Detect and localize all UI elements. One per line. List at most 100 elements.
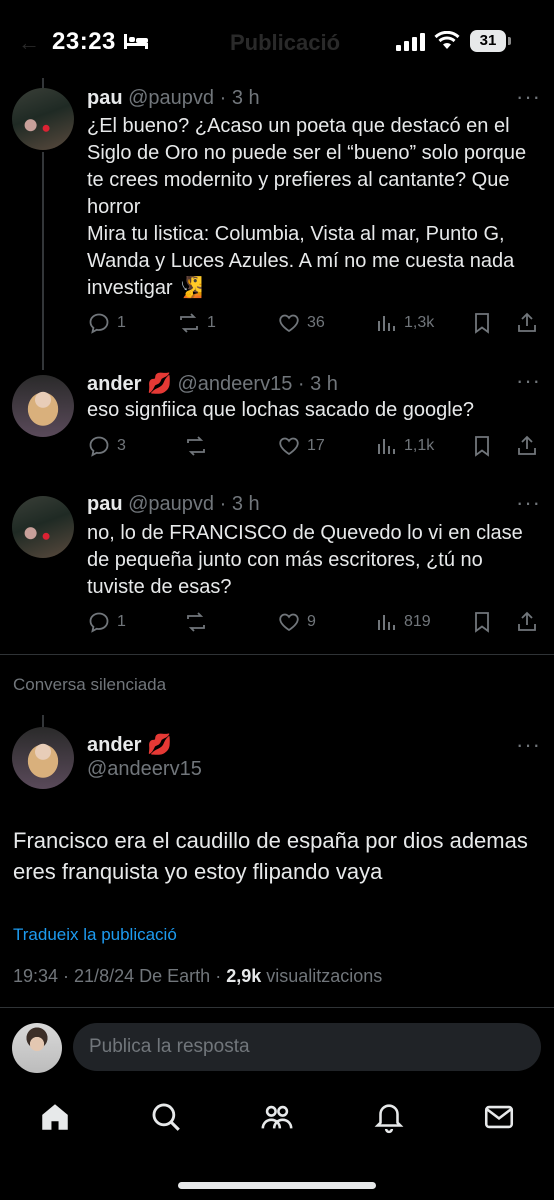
author-handle[interactable]: @paupvd <box>128 493 214 515</box>
main-post-text: Francisco era el caudillo de españa por … <box>13 828 528 884</box>
avatar[interactable] <box>12 375 74 437</box>
main-post-handle[interactable]: @andeerv15 <box>87 758 202 781</box>
current-user-avatar[interactable] <box>12 1023 62 1073</box>
post-actions: 3 17 1,1k <box>87 434 542 462</box>
reply-count: 1 <box>117 314 126 331</box>
views-chart-icon <box>378 316 395 331</box>
status-bar: ← Publicació 23:23 31 <box>0 0 554 80</box>
bookmark-icon <box>475 313 489 334</box>
post-actions: 1 9 819 <box>87 610 542 638</box>
communities-icon[interactable] <box>260 1100 294 1134</box>
share-icon <box>518 435 536 455</box>
post-text: no, lo de FRANCISCO de Quevedo lo vi en … <box>87 522 523 598</box>
post-source: De Earth <box>139 966 211 986</box>
more-options-icon[interactable]: ··· <box>516 368 541 394</box>
share-icon <box>518 312 536 332</box>
main-post-author[interactable]: ander 💋 <box>87 732 172 757</box>
post-meta: ander 💋 @andeerv15 · 3 h <box>87 373 338 395</box>
post-actions: 1 1 36 1,3k <box>87 311 542 339</box>
like-count: 36 <box>307 314 325 331</box>
author-name[interactable]: pau <box>87 87 123 109</box>
main-post-meta: 19:34 · 21/8/24 De Earth · 2,9k visualit… <box>13 966 383 986</box>
author-handle[interactable]: @andeerv15 <box>178 373 293 395</box>
views-count: 1,3k <box>404 314 435 331</box>
like-button[interactable]: 9 <box>277 610 316 634</box>
battery-tip <box>508 37 511 45</box>
views-total[interactable]: 2,9k <box>226 966 261 986</box>
avatar[interactable] <box>12 496 74 558</box>
reply-input[interactable] <box>73 1023 541 1071</box>
search-icon[interactable] <box>149 1100 183 1134</box>
more-options-icon[interactable]: ··· <box>516 490 541 516</box>
divider <box>0 1007 554 1008</box>
like-button[interactable]: 36 <box>277 311 325 335</box>
main-post-avatar[interactable] <box>12 727 74 789</box>
reply-button[interactable]: 1 <box>87 311 126 335</box>
post-text: eso signfiica que lochas sacado de googl… <box>87 399 474 421</box>
reply-count: 1 <box>117 613 126 630</box>
page-title: Publicació <box>230 30 341 55</box>
reply-icon <box>89 313 109 334</box>
repost-button[interactable]: 1 <box>177 311 216 335</box>
reply-composer <box>0 1012 554 1082</box>
author-handle[interactable]: @paupvd <box>128 87 214 109</box>
views-count: 1,1k <box>404 437 435 454</box>
battery-indicator: 31 <box>470 30 506 52</box>
post-time[interactable]: 3 h <box>232 87 260 109</box>
avatar[interactable] <box>12 88 74 150</box>
wifi-icon <box>434 31 460 49</box>
thread-line <box>42 78 44 88</box>
more-options-icon[interactable]: ··· <box>516 84 541 110</box>
like-count: 17 <box>307 437 325 454</box>
notifications-bell-icon[interactable] <box>372 1100 406 1134</box>
repost-button[interactable] <box>184 434 214 458</box>
muted-conversation-label: Conversa silenciada <box>13 675 167 694</box>
share-button[interactable] <box>515 311 539 335</box>
author-name[interactable]: pau <box>87 493 123 515</box>
home-icon[interactable] <box>38 1100 72 1134</box>
reply-button[interactable]: 1 <box>87 610 126 634</box>
views-chart-icon <box>378 439 395 454</box>
views-count: 819 <box>404 613 431 630</box>
post-time[interactable]: 3 h <box>232 493 260 515</box>
home-indicator[interactable] <box>178 1182 376 1189</box>
bookmark-icon <box>475 436 489 457</box>
repost-icon <box>187 436 205 456</box>
reply-count: 3 <box>117 437 126 454</box>
more-options-icon[interactable]: ··· <box>516 732 541 758</box>
status-time: 23:23 <box>52 28 116 55</box>
bookmark-button[interactable] <box>470 434 494 458</box>
heart-icon <box>279 437 299 456</box>
repost-icon <box>187 612 205 632</box>
back-arrow-icon[interactable]: ← <box>18 30 40 56</box>
heart-icon <box>279 314 299 333</box>
repost-button[interactable] <box>184 610 214 634</box>
views-button[interactable]: 1,1k <box>374 434 434 458</box>
post-meta: pau @paupvd · 3 h <box>87 87 260 109</box>
views-button[interactable]: 1,3k <box>374 311 434 335</box>
author-name[interactable]: ander <box>87 734 141 756</box>
share-icon <box>518 611 536 631</box>
like-count: 9 <box>307 613 316 630</box>
divider <box>0 654 554 655</box>
translate-link[interactable]: Tradueix la publicació <box>13 925 177 945</box>
like-button[interactable]: 17 <box>277 434 325 458</box>
share-button[interactable] <box>515 610 539 634</box>
share-button[interactable] <box>515 434 539 458</box>
post-datetime[interactable]: 19:34 · 21/8/24 <box>13 966 134 986</box>
sleep-focus-icon <box>124 34 148 49</box>
bookmark-icon <box>475 612 489 633</box>
post-time[interactable]: 3 h <box>310 373 338 395</box>
reply-button[interactable]: 3 <box>87 434 126 458</box>
bookmark-button[interactable] <box>470 311 494 335</box>
author-emoji: 💋 <box>147 734 172 756</box>
views-button[interactable]: 819 <box>374 610 431 634</box>
post-meta: pau @paupvd · 3 h <box>87 493 260 515</box>
post-text: ¿El bueno? ¿Acaso un poeta que destacó e… <box>87 115 527 299</box>
author-emoji: 💋 <box>147 373 172 395</box>
cellular-signal-icon <box>396 33 425 51</box>
author-name[interactable]: ander <box>87 373 141 395</box>
bookmark-button[interactable] <box>470 610 494 634</box>
thread-line <box>42 152 44 370</box>
messages-mail-icon[interactable] <box>482 1100 516 1134</box>
